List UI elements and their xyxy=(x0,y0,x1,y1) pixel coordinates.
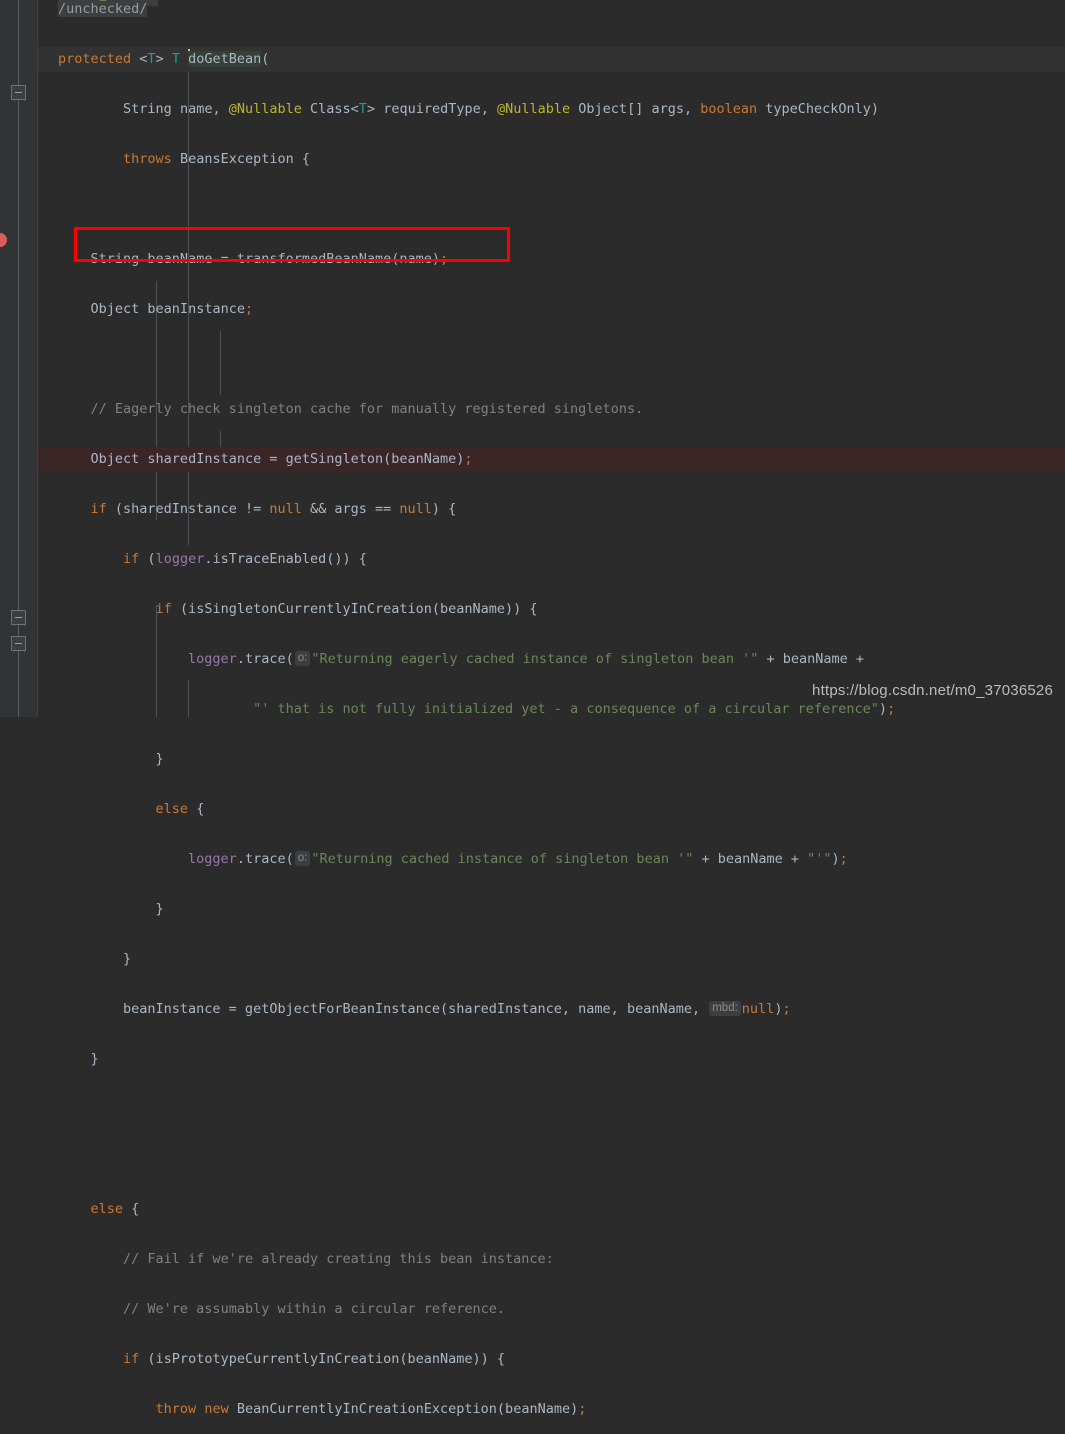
code-line[interactable]: else { xyxy=(38,1197,1065,1222)
code-line-comment[interactable]: // We're assumably within a circular ref… xyxy=(38,1297,1065,1322)
code-line[interactable]: else { xyxy=(38,797,1065,822)
type-Class: Class xyxy=(310,101,351,117)
annotation-nullable: @Nullable xyxy=(496,101,571,117)
parameter-hint-mbd: mbd: xyxy=(709,1001,741,1016)
code-line-parameters[interactable]: String name, @Nullable Class<T> required… xyxy=(38,97,1065,122)
code-line[interactable]: if (isSingletonCurrentlyInCreation(beanN… xyxy=(38,597,1065,622)
breakpoint-icon[interactable] xyxy=(0,233,7,247)
parameter-hint-o: o: xyxy=(294,651,311,666)
code-line[interactable]: logger.trace(o: "Returning cached instanc… xyxy=(38,847,1065,872)
type-String: String xyxy=(123,101,172,117)
code-content[interactable]: /unchecked/ protected <T> T doGetBean( S… xyxy=(38,0,1065,1417)
fold-marker-icon[interactable] xyxy=(11,610,26,625)
code-line[interactable]: beanInstance = getObjectForBeanInstance(… xyxy=(38,997,1065,1022)
method-name: doGetBean xyxy=(188,51,262,67)
code-line-highlighted[interactable]: Object sharedInstance = getSingleton(bea… xyxy=(38,447,1065,472)
code-line-blank[interactable] xyxy=(38,197,1065,222)
code-line[interactable]: } xyxy=(38,1047,1065,1072)
type-parameter: T xyxy=(147,51,156,67)
code-line[interactable]: if (logger.isTraceEnabled()) { xyxy=(38,547,1065,572)
code-line[interactable]: logger.trace(o: "Returning eagerly cached… xyxy=(38,647,1065,672)
code-line-throws[interactable]: throws BeansException { xyxy=(38,147,1065,172)
code-line-blank[interactable] xyxy=(38,1147,1065,1172)
code-line[interactable]: } xyxy=(38,947,1065,972)
annotation-nullable: @Nullable xyxy=(228,101,302,117)
keyword-throws: throws xyxy=(123,151,172,167)
code-line-signature[interactable]: protected <T> T doGetBean( xyxy=(38,47,1065,72)
code-line[interactable]: String beanName = transformedBeanName(na… xyxy=(38,247,1065,272)
code-line[interactable]: if (isPrototypeCurrentlyInCreation(beanN… xyxy=(38,1347,1065,1372)
fold-marker-icon[interactable] xyxy=(11,85,26,100)
watermark-url: https://blog.csdn.net/m0_37036526 xyxy=(812,682,1053,699)
code-line-blank[interactable] xyxy=(38,347,1065,372)
code-line[interactable]: Object beanInstance; xyxy=(38,297,1065,322)
code-line[interactable]: } xyxy=(38,747,1065,772)
code-line[interactable]: if (sharedInstance != null && args == nu… xyxy=(38,497,1065,522)
type-Object: Object xyxy=(578,101,628,117)
code-line-blank[interactable] xyxy=(38,1097,1065,1122)
code-line-comment[interactable]: // Eagerly check singleton cache for man… xyxy=(38,397,1065,422)
fold-marker-icon[interactable] xyxy=(11,636,26,651)
code-line[interactable]: throw new BeanCurrentlyInCreationExcepti… xyxy=(38,1397,1065,1422)
keyword-boolean: boolean xyxy=(700,101,758,117)
code-line-comment[interactable]: // Fail if we're already creating this b… xyxy=(38,1247,1065,1272)
editor-gutter[interactable] xyxy=(0,0,38,717)
keyword-protected: protected xyxy=(58,51,132,67)
code-line[interactable]: /unchecked/ xyxy=(38,0,1065,22)
suppress-warning-marker: /unchecked/ xyxy=(58,1,148,17)
parameter-hint-o: o: xyxy=(294,851,311,866)
return-type: T xyxy=(171,51,180,67)
code-editor[interactable]: /unchecked/ protected <T> T doGetBean( S… xyxy=(0,0,1065,1417)
code-line[interactable]: } xyxy=(38,897,1065,922)
